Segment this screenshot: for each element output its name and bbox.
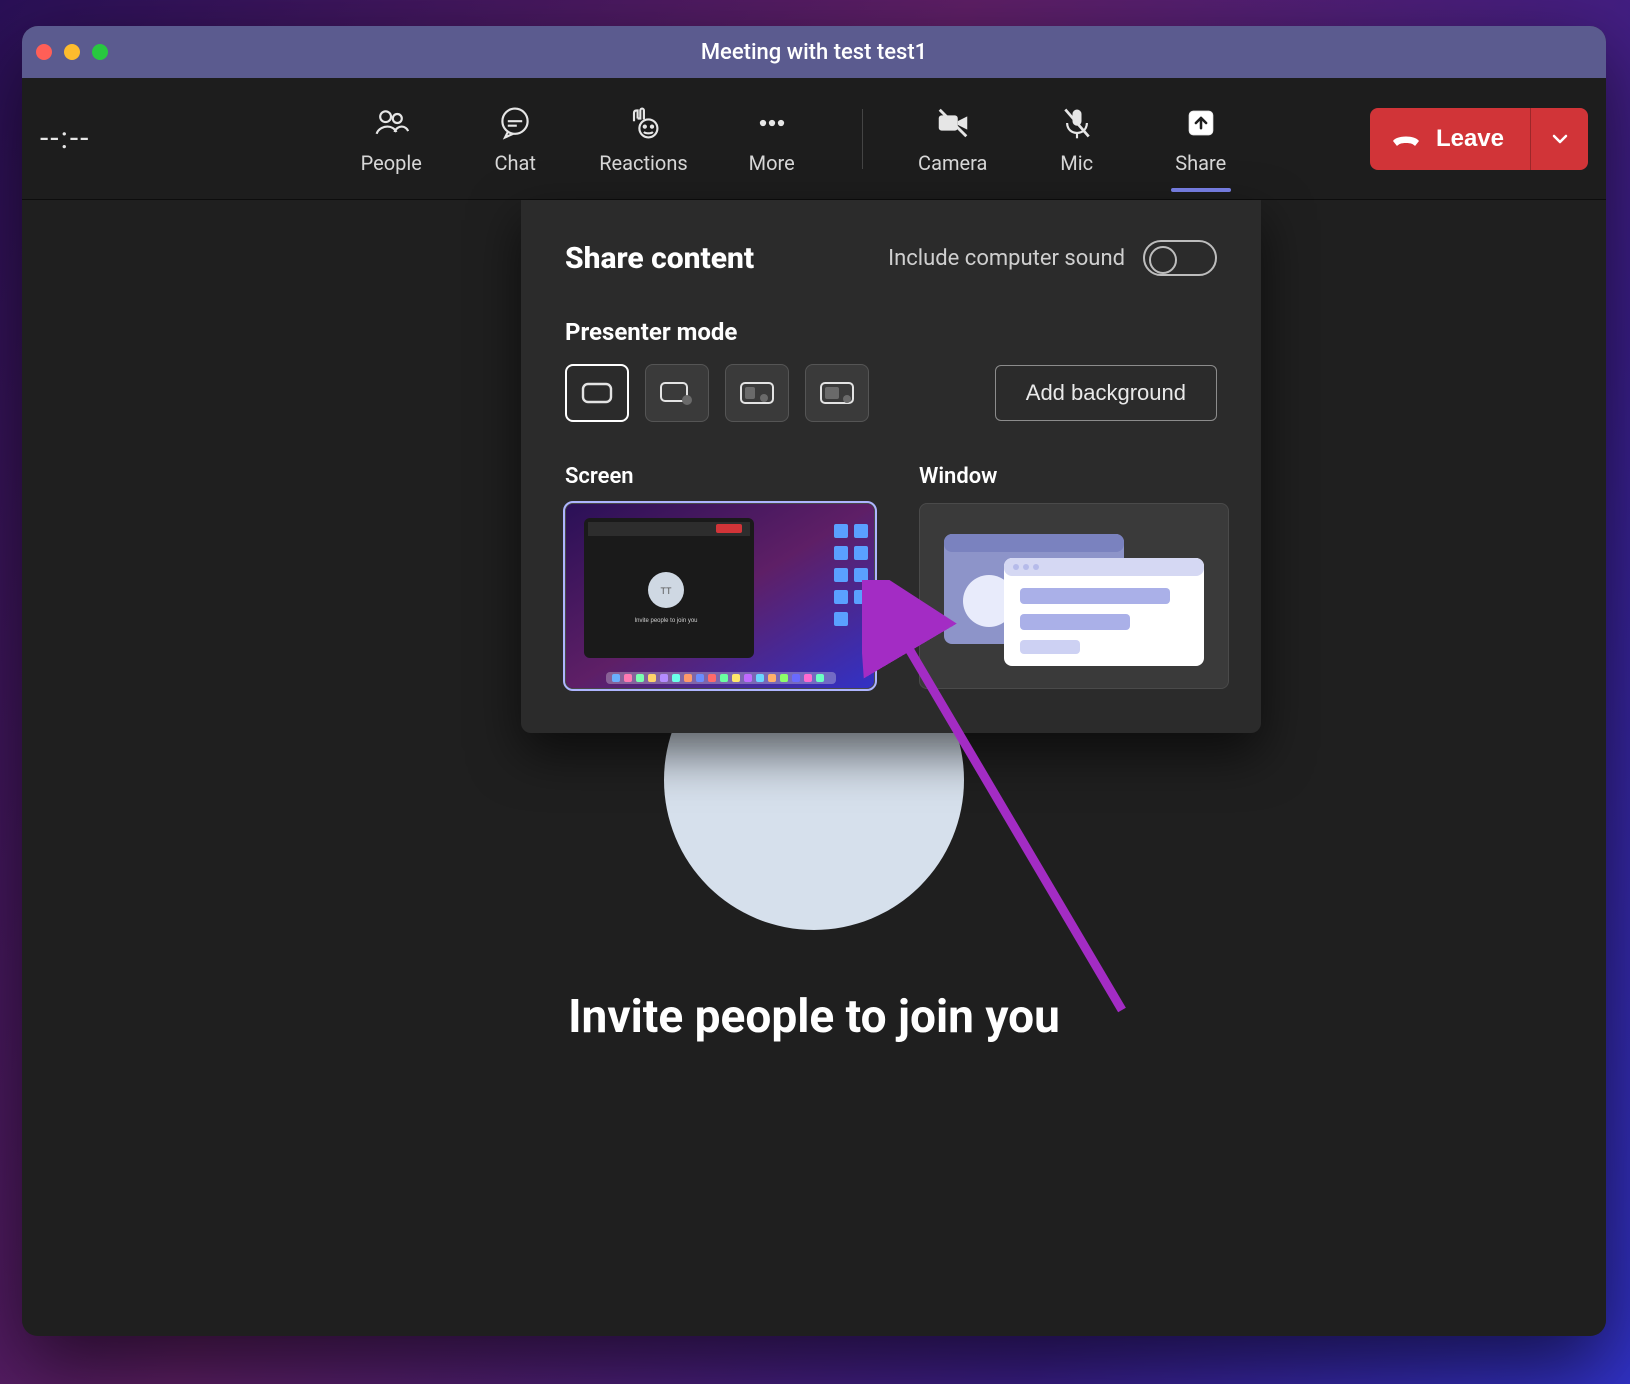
reactions-button[interactable]: Reactions	[599, 103, 687, 175]
reactions-label: Reactions	[599, 151, 687, 175]
people-label: People	[361, 151, 422, 175]
camera-label: Camera	[918, 151, 987, 175]
add-background-button[interactable]: Add background	[995, 365, 1217, 421]
mic-label: Mic	[1060, 151, 1093, 175]
screen-section-label: Screen	[565, 464, 875, 489]
presenter-mode-reporter[interactable]	[805, 364, 869, 422]
titlebar: Meeting with test test1	[22, 26, 1606, 78]
window-minimize-button[interactable]	[64, 44, 80, 60]
more-icon	[752, 103, 792, 143]
invite-heading: Invite people to join you	[568, 990, 1060, 1044]
svg-text:Invite people to join you: Invite people to join you	[634, 618, 697, 624]
window-zoom-button[interactable]	[92, 44, 108, 60]
window-thumbnail-icon	[934, 516, 1214, 676]
meeting-duration: --:--	[40, 121, 240, 156]
share-label: Share	[1175, 151, 1226, 175]
presenter-mode-standout[interactable]	[645, 364, 709, 422]
window-title: Meeting with test test1	[22, 40, 1606, 65]
svg-text:TT: TT	[661, 586, 672, 596]
mic-off-icon	[1057, 103, 1097, 143]
camera-button[interactable]: Camera	[913, 103, 993, 175]
share-content-title: Share content	[565, 241, 754, 276]
chat-label: Chat	[495, 151, 536, 175]
share-window-option[interactable]	[919, 503, 1229, 689]
presenter-mode-heading: Presenter mode	[565, 318, 1217, 346]
toolbar-separator	[862, 109, 863, 169]
include-sound-label: Include computer sound	[888, 246, 1125, 271]
people-icon	[371, 103, 411, 143]
leave-options-button[interactable]	[1530, 108, 1588, 170]
hang-up-icon	[1390, 129, 1422, 149]
mic-button[interactable]: Mic	[1037, 103, 1117, 175]
chevron-down-icon	[1550, 129, 1570, 149]
leave-button[interactable]: Leave	[1370, 108, 1530, 170]
reactions-icon	[623, 103, 663, 143]
more-button[interactable]: More	[732, 103, 812, 175]
window-section-label: Window	[919, 464, 1229, 489]
chat-button[interactable]: Chat	[475, 103, 555, 175]
camera-off-icon	[933, 103, 973, 143]
share-button[interactable]: Share	[1161, 103, 1241, 175]
share-icon	[1181, 103, 1221, 143]
chat-icon	[495, 103, 535, 143]
share-content-panel: Share content Include computer sound Pre…	[521, 200, 1261, 733]
include-sound-row: Include computer sound	[888, 240, 1217, 276]
toolbar-center: People Chat	[240, 103, 1352, 175]
leave-label: Leave	[1436, 125, 1504, 153]
presenter-mode-content-only[interactable]	[565, 364, 629, 422]
meeting-stage: Invite people to join you Share content …	[22, 200, 1606, 1336]
include-sound-toggle[interactable]	[1143, 240, 1217, 276]
screen-thumbnail-icon: TT Invite people to join you	[566, 504, 875, 689]
window-close-button[interactable]	[36, 44, 52, 60]
app-window: Meeting with test test1 --:-- People	[22, 26, 1606, 1336]
traffic-lights	[36, 44, 108, 60]
meeting-toolbar: --:-- People	[22, 78, 1606, 200]
share-screen-option[interactable]: TT Invite people to join you	[565, 503, 875, 689]
more-label: More	[749, 151, 795, 175]
leave-group: Leave	[1370, 108, 1588, 170]
people-button[interactable]: People	[351, 103, 431, 175]
presenter-mode-side-by-side[interactable]	[725, 364, 789, 422]
